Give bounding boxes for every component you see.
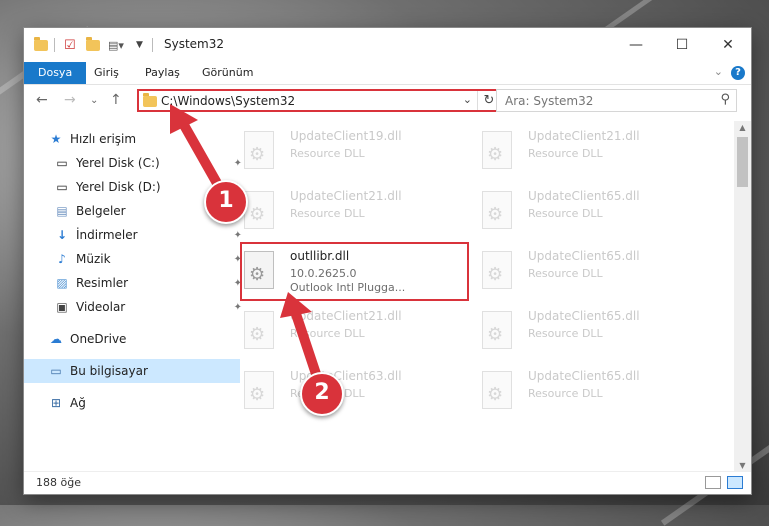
file-list: ⚙ UpdateClient19.dll Resource DLL ⚙ Upda… — [224, 121, 734, 473]
download-icon: ↓ — [56, 228, 68, 242]
minimize-button[interactable]: — — [613, 28, 659, 62]
list-item[interactable]: ⚙ UpdateClient21.dll Resource DLL — [224, 303, 454, 355]
folder-icon — [143, 93, 157, 107]
computer-icon: ▭ — [50, 364, 62, 378]
title-bar: ☑ ▤▾ ▼ System32 — ☐ ✕ — [24, 28, 751, 62]
step-badge-2: 2 — [300, 372, 344, 416]
music-icon: ♪ — [58, 252, 66, 266]
sidebar-item-this-pc[interactable]: ▭ Bu bilgisayar — [24, 359, 240, 383]
sidebar-item-disk-c[interactable]: ▭ Yerel Disk (C:) ✦ — [24, 151, 246, 175]
navigation-pane: ★ Hızlı erişim ▭ Yerel Disk (C:) ✦ ▭ Yer… — [24, 121, 242, 473]
address-bar[interactable]: C:\Windows\System32 ⌄ ↻ — [137, 89, 502, 112]
scroll-up-icon[interactable]: ▲ — [734, 121, 751, 135]
drive-icon: ▭ — [56, 180, 68, 194]
vertical-scrollbar[interactable]: ▲ ▼ — [734, 121, 751, 473]
help-icon[interactable]: ? — [731, 66, 745, 80]
gear-icon: ⚙ — [487, 204, 504, 225]
search-icon[interactable]: ⚲ — [720, 92, 730, 107]
folder-icon — [34, 36, 48, 53]
maximize-button[interactable]: ☐ — [659, 28, 705, 62]
drive-icon: ▭ — [56, 156, 68, 170]
gear-icon: ⚙ — [487, 144, 504, 165]
divider — [54, 37, 55, 53]
sidebar-item-quick-access[interactable]: ★ Hızlı erişim — [24, 127, 240, 151]
list-item[interactable]: ⚙ UpdateClient21.dll Resource DLL — [462, 123, 692, 175]
sidebar-item-network[interactable]: ⊞ Ağ — [24, 391, 240, 415]
item-count: 188 öğe — [36, 476, 81, 489]
ribbon-tabs: Dosya Giriş Paylaş Görünüm ⌄ ? — [24, 62, 751, 85]
window-title: System32 — [164, 37, 225, 51]
up-arrow-icon[interactable]: ↑ — [110, 92, 122, 108]
sidebar-item-videos[interactable]: ▣ Videolar ✦ — [24, 295, 246, 319]
forward-arrow-icon[interactable]: → — [64, 92, 76, 108]
list-item[interactable]: ⚙ UpdateClient19.dll Resource DLL — [224, 123, 454, 175]
scrollbar-thumb[interactable] — [737, 137, 748, 187]
address-path[interactable]: C:\Windows\System32 — [161, 94, 295, 108]
tab-paylas[interactable]: Paylaş — [145, 62, 180, 84]
list-item[interactable]: ⚙ UpdateClient65.dll Resource DLL — [462, 243, 692, 295]
pictures-icon: ▨ — [56, 276, 68, 290]
file-highlight-box — [240, 242, 469, 301]
details-view-icon[interactable] — [705, 476, 721, 489]
address-row: ← → ⌄ ↑ C:\Windows\System32 ⌄ ↻ ⚲ — [24, 85, 751, 119]
list-item[interactable]: ⚙ UpdateClient65.dll Resource DLL — [462, 183, 692, 235]
customize-toolbar-icon[interactable]: ▤▾ — [108, 37, 124, 53]
back-arrow-icon[interactable]: ← — [36, 92, 48, 108]
documents-icon: ▤ — [56, 204, 68, 218]
divider — [152, 37, 153, 53]
status-bar: 188 öğe — [24, 471, 751, 494]
tab-dosya[interactable]: Dosya — [24, 62, 87, 84]
list-item[interactable]: ⚙ UpdateClient65.dll Resource DLL — [462, 303, 692, 355]
gear-icon: ⚙ — [487, 324, 504, 345]
chevron-down-icon[interactable]: ⌄ — [463, 93, 472, 106]
star-icon: ★ — [50, 132, 62, 146]
list-item[interactable]: ⚙ UpdateClient21.dll Resource DLL — [224, 183, 454, 235]
properties-icon[interactable]: ☑ — [64, 37, 76, 53]
new-folder-icon[interactable] — [86, 36, 100, 53]
sidebar-item-pictures[interactable]: ▨ Resimler ✦ — [24, 271, 246, 295]
videos-icon: ▣ — [56, 300, 68, 314]
gear-icon: ⚙ — [249, 204, 266, 225]
tab-giris[interactable]: Giriş — [94, 62, 119, 84]
recent-chevron-icon[interactable]: ⌄ — [90, 95, 98, 106]
search-box[interactable]: ⚲ — [496, 89, 737, 112]
gear-icon: ⚙ — [487, 384, 504, 405]
gear-icon: ⚙ — [249, 384, 266, 405]
sidebar-item-downloads[interactable]: ↓ İndirmeler ✦ — [24, 223, 246, 247]
gear-icon: ⚙ — [249, 324, 266, 345]
sidebar-item-music[interactable]: ♪ Müzik ✦ — [24, 247, 246, 271]
list-item[interactable]: ⚙ UpdateClient65.dll Resource DLL — [462, 363, 692, 415]
gear-icon: ⚙ — [249, 144, 266, 165]
gear-icon: ⚙ — [487, 264, 504, 285]
cloud-icon: ☁ — [50, 332, 62, 346]
sidebar-item-onedrive[interactable]: ☁ OneDrive — [24, 327, 240, 351]
large-icons-view-icon[interactable] — [727, 476, 743, 489]
explorer-window: ☑ ▤▾ ▼ System32 — ☐ ✕ Dosya Giriş Paylaş… — [24, 28, 751, 494]
tab-gorunum[interactable]: Görünüm — [202, 62, 253, 84]
chevron-down-icon[interactable]: ⌄ — [714, 65, 723, 78]
close-button[interactable]: ✕ — [705, 28, 751, 62]
network-icon: ⊞ — [50, 396, 62, 410]
step-badge-1: 1 — [204, 180, 248, 224]
chevron-down-icon[interactable]: ▼ — [136, 37, 143, 53]
search-input[interactable] — [497, 90, 713, 111]
